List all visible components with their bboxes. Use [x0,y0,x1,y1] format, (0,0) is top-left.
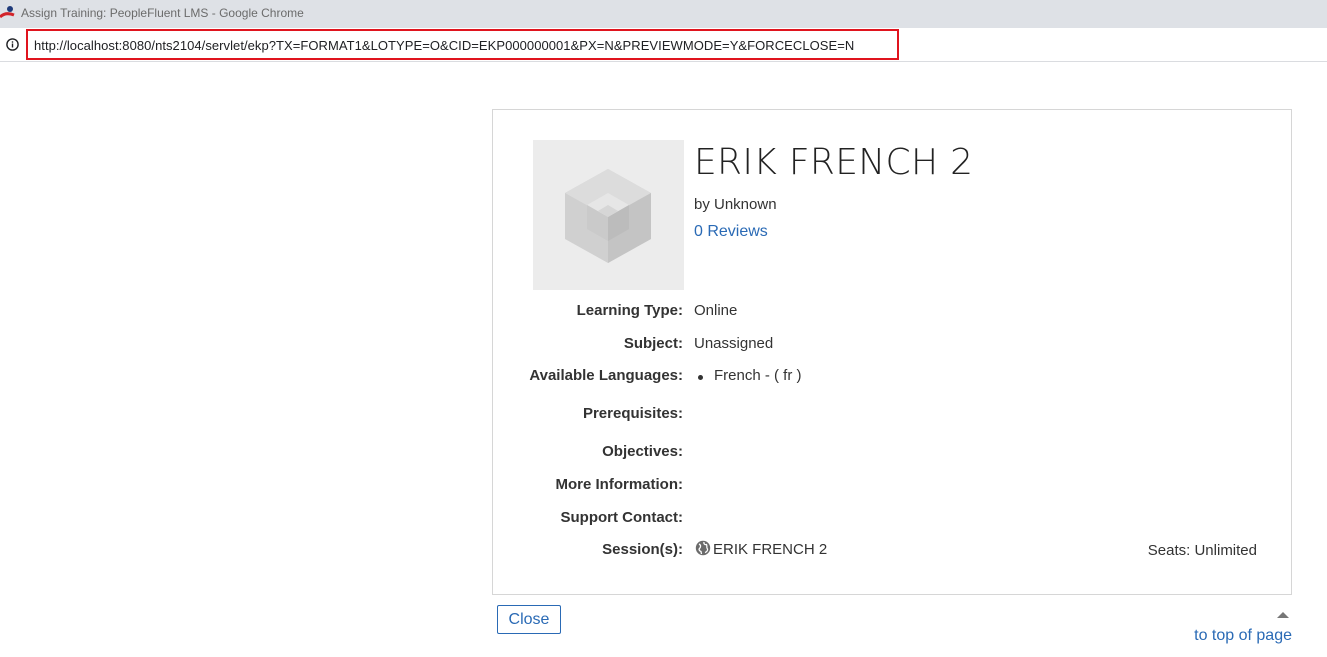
objectives-label: Objectives: [602,443,683,460]
course-thumbnail [533,140,684,290]
learning-type-label: Learning Type: [576,302,683,319]
info-icon[interactable] [6,38,19,51]
address-bar: http://localhost:8080/nts2104/servlet/ek… [0,28,1327,62]
url-text[interactable]: http://localhost:8080/nts2104/servlet/ek… [34,38,854,53]
session-name: ERIK FRENCH 2 [713,541,828,558]
course-author: by Unknown [694,196,777,213]
course-title: ERIK FRENCH 2 [694,142,974,183]
sessions-label: Session(s): [602,541,683,558]
more-information-label: More Information: [555,476,684,493]
peoplefluent-logo-icon [0,6,15,19]
globe-icon [695,540,711,556]
top-of-page-link[interactable]: to top of page [1194,627,1292,645]
reviews-link[interactable]: 0 Reviews [694,223,768,241]
prerequisites-label: Prerequisites: [582,405,683,422]
subject-value: Unassigned [694,335,774,352]
subject-label: Subject: [623,335,683,352]
caret-up-icon[interactable] [1277,612,1289,618]
window-title: Assign Training: PeopleFluent LMS - Goog… [21,6,304,20]
close-button[interactable]: Close [497,605,561,634]
language-item: French - ( fr ) [714,367,802,384]
course-details-card: ERIK FRENCH 2 by Unknown 0 Reviews Learn… [492,109,1292,595]
url-field[interactable]: http://localhost:8080/nts2104/servlet/ek… [26,29,899,60]
session-seats: Seats: Unlimited [1147,542,1257,559]
browser-titlebar: Assign Training: PeopleFluent LMS - Goog… [0,0,1327,28]
support-contact-label: Support Contact: [560,509,683,526]
learning-type-value: Online [694,302,738,319]
language-bullet [698,375,703,380]
available-languages-label: Available Languages: [529,367,683,384]
cube-placeholder-icon [565,169,651,263]
